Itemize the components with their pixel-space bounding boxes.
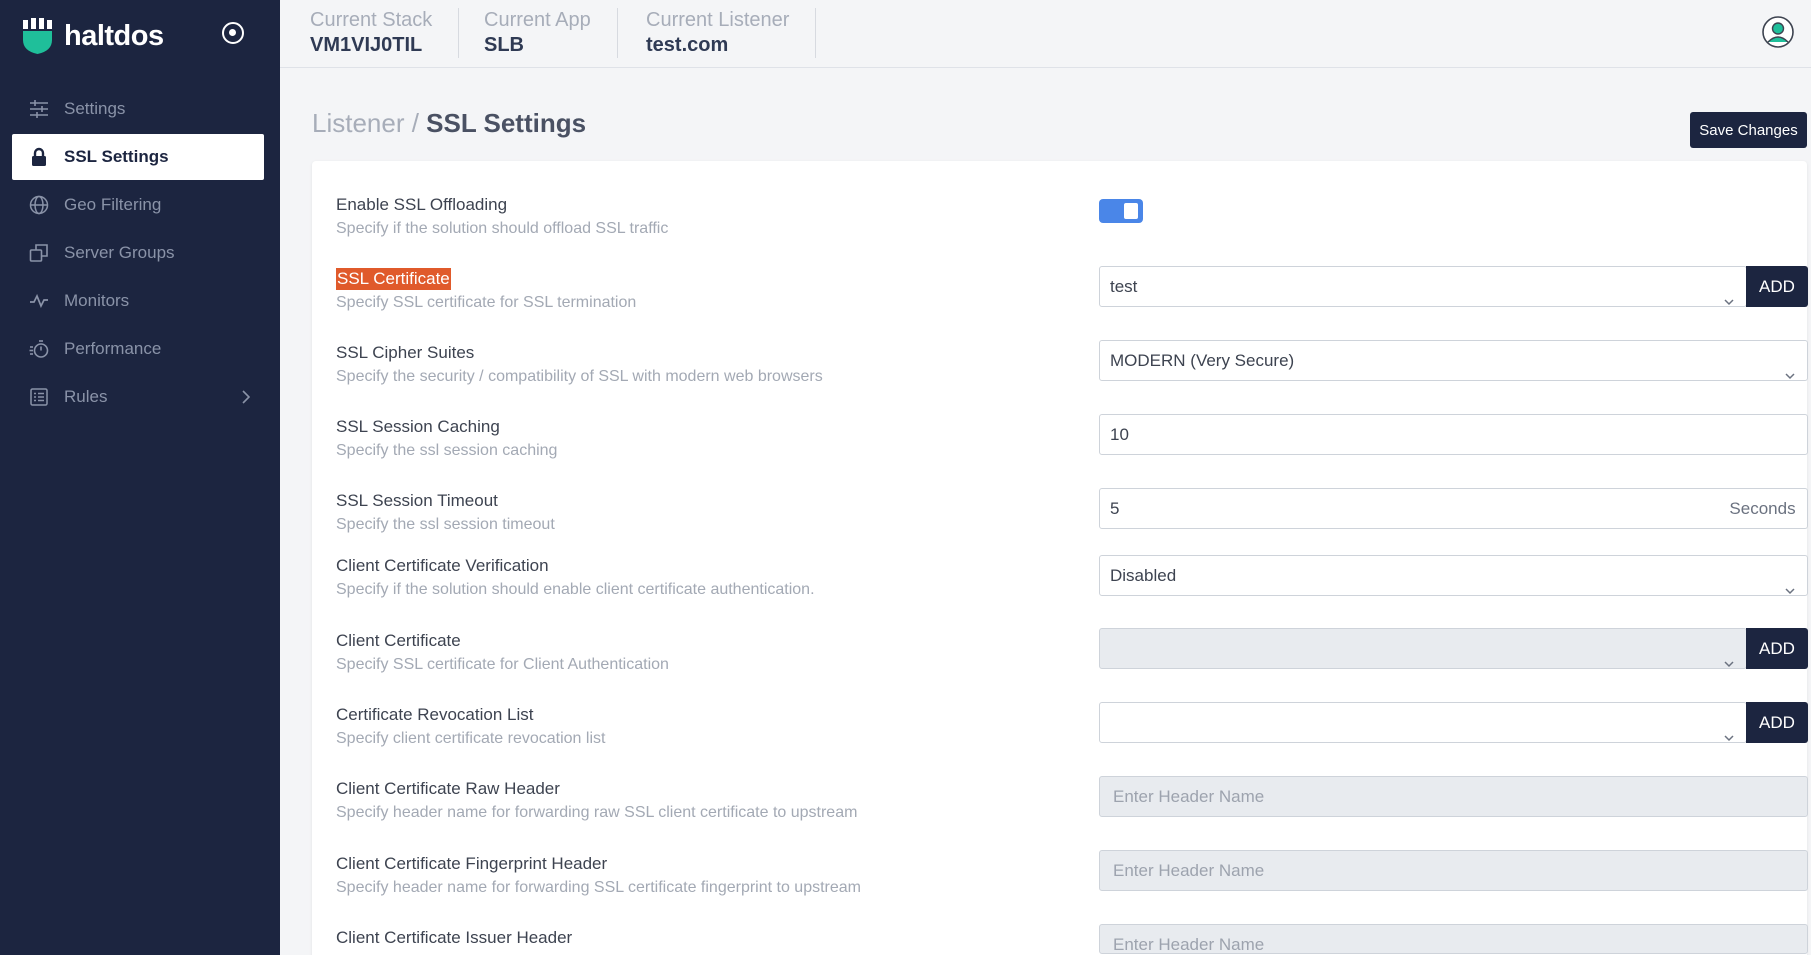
current-stack-label: Current Stack: [310, 9, 433, 31]
sidebar-item-ssl-settings[interactable]: SSL Settings: [12, 134, 264, 180]
user-avatar-icon[interactable]: [1762, 16, 1794, 48]
client-certificate-select[interactable]: [1099, 628, 1747, 669]
brand-name: haltdos: [64, 19, 164, 52]
select-value: Disabled: [1110, 566, 1177, 585]
sidebar-item-label: Rules: [64, 387, 108, 406]
sidebar-toggle-icon[interactable]: [222, 22, 244, 44]
add-revocation-list-button[interactable]: ADD: [1746, 702, 1808, 743]
chevron-down-icon: [1724, 282, 1734, 306]
sliders-icon: [28, 98, 50, 120]
form-row-cipher-suites: SSL Cipher Suites Specify the security /…: [336, 340, 1808, 388]
lock-icon: [28, 146, 50, 168]
sidebar-item-label: SSL Settings: [64, 147, 169, 166]
sidebar-item-label: Server Groups: [64, 243, 175, 262]
client-verification-select[interactable]: Disabled: [1099, 555, 1808, 596]
current-listener-value: test.com: [646, 34, 729, 56]
sidebar: haltdos Settings SSL Settings Geo Filter…: [0, 0, 280, 955]
field-title: Enable SSL Offloading: [336, 195, 508, 214]
ssl-certificate-select[interactable]: test: [1099, 266, 1747, 307]
form-row-raw-header: Client Certificate Raw Header Specify he…: [336, 776, 1808, 824]
sidebar-item-label: Geo Filtering: [64, 195, 162, 214]
form-row-fingerprint-header: Client Certificate Fingerprint Header Sp…: [336, 850, 1808, 899]
field-title: SSL Certificate: [336, 268, 451, 290]
pulse-icon: [28, 290, 50, 312]
sidebar-item-label: Performance: [64, 339, 162, 358]
cipher-suites-select[interactable]: MODERN (Very Secure): [1099, 340, 1808, 381]
haltdos-logo-icon: [22, 18, 54, 54]
form-row-session-timeout: SSL Session Timeout Specify the ssl sess…: [336, 488, 1808, 536]
sidebar-item-rules[interactable]: Rules: [12, 374, 264, 420]
current-listener[interactable]: Current Listener test.com: [646, 8, 817, 58]
form-row-ssl-offloading: Enable SSL Offloading Specify if the sol…: [336, 194, 1786, 240]
current-listener-label: Current Listener: [646, 9, 790, 31]
sidebar-item-monitors[interactable]: Monitors: [12, 278, 264, 324]
breadcrumb-parent[interactable]: Listener: [312, 108, 405, 138]
form-row-ssl-certificate: SSL Certificate Specify SSL certificate …: [336, 266, 1808, 314]
chevron-down-icon: [1785, 356, 1795, 380]
session-timeout-input[interactable]: 5: [1099, 488, 1719, 529]
save-changes-button[interactable]: Save Changes: [1690, 112, 1807, 148]
breadcrumb: Listener / SSL Settings: [312, 108, 586, 139]
sidebar-item-geo-filtering[interactable]: Geo Filtering: [12, 182, 264, 228]
current-stack[interactable]: Current Stack VM1VIJ0TIL: [310, 8, 460, 58]
form-row-revocation-list: Certificate Revocation List Specify clie…: [336, 702, 1808, 750]
ssl-offloading-toggle[interactable]: [1099, 199, 1143, 223]
session-timeout-unit: Seconds: [1718, 488, 1808, 529]
sidebar-item-performance[interactable]: Performance: [12, 326, 264, 372]
add-client-certificate-button[interactable]: ADD: [1746, 628, 1808, 669]
globe-icon: [28, 194, 50, 216]
stopwatch-icon: [28, 338, 50, 360]
sidebar-item-label: Monitors: [64, 291, 130, 310]
form-row-issuer-header: Client Certificate Issuer Header Enter H…: [336, 924, 1808, 954]
form-row-client-certificate: Client Certificate Specify SSL certifica…: [336, 628, 1808, 676]
list-icon: [28, 386, 50, 408]
sidebar-item-server-groups[interactable]: Server Groups: [12, 230, 264, 276]
topbar: Current Stack VM1VIJ0TIL Current App SLB…: [280, 0, 1811, 68]
add-ssl-certificate-button[interactable]: ADD: [1746, 266, 1808, 307]
current-stack-value: VM1VIJ0TIL: [310, 34, 423, 56]
current-app[interactable]: Current App SLB: [484, 8, 618, 58]
chevron-right-icon: [242, 389, 251, 409]
server-groups-icon: [28, 242, 50, 264]
sidebar-item-label: Settings: [64, 99, 126, 118]
chevron-down-icon: [1724, 644, 1734, 668]
current-app-value: SLB: [484, 34, 524, 56]
ssl-settings-card: Enable SSL Offloading Specify if the sol…: [312, 161, 1808, 955]
form-row-session-caching: SSL Session Caching Specify the ssl sess…: [336, 414, 1808, 462]
brand[interactable]: haltdos: [22, 16, 164, 56]
field-description: Specify if the solution should offload S…: [336, 220, 669, 237]
sidebar-item-settings[interactable]: Settings: [12, 86, 264, 132]
revocation-list-select[interactable]: [1099, 702, 1747, 743]
select-value: MODERN (Very Secure): [1110, 351, 1295, 370]
page-title: SSL Settings: [426, 108, 587, 138]
current-app-label: Current App: [484, 9, 591, 31]
sidebar-nav: Settings SSL Settings Geo Filtering Serv…: [12, 86, 264, 422]
chevron-down-icon: [1785, 571, 1795, 595]
issuer-header-input[interactable]: Enter Header Name: [1099, 924, 1808, 954]
fingerprint-header-input[interactable]: Enter Header Name: [1099, 850, 1808, 891]
chevron-down-icon: [1724, 718, 1734, 742]
breadcrumb-separator: /: [404, 108, 427, 138]
form-row-client-verification: Client Certificate Verification Specify …: [336, 555, 1808, 601]
raw-header-input[interactable]: Enter Header Name: [1099, 776, 1808, 817]
select-value: test: [1110, 277, 1138, 296]
session-caching-input[interactable]: 10: [1099, 414, 1808, 455]
